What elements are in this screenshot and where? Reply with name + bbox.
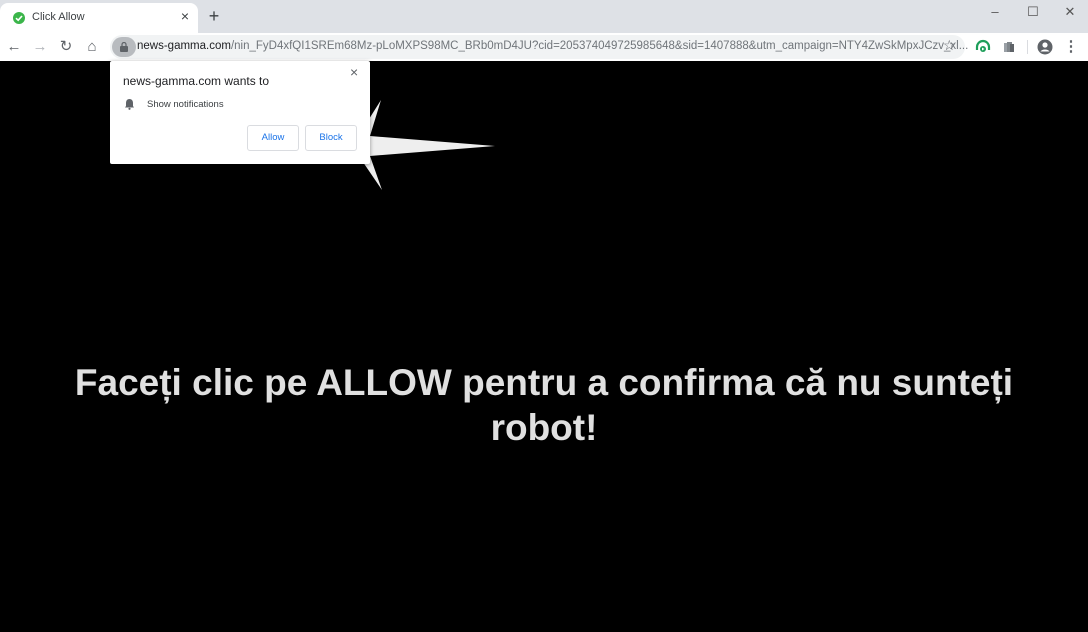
allow-button[interactable]: Allow <box>247 125 299 151</box>
dialog-close-icon[interactable]: × <box>350 64 358 80</box>
permission-text: Show notifications <box>147 99 224 110</box>
notification-permission-dialog: news-gamma.com wants to × Show notificat… <box>110 61 370 164</box>
block-button[interactable]: Block <box>305 125 357 151</box>
dialog-title: news-gamma.com wants to <box>123 74 270 88</box>
bell-icon <box>124 97 135 115</box>
